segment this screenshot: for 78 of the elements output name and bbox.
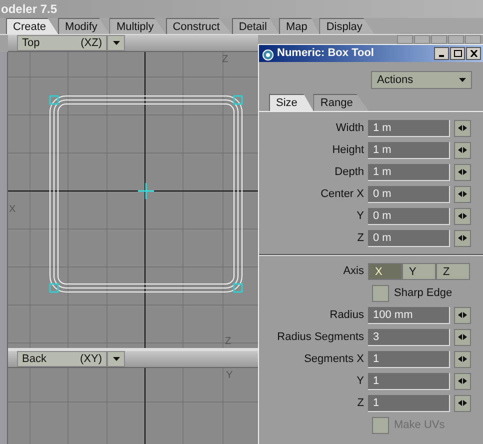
mode-tab[interactable]: Create	[6, 18, 58, 34]
value-field[interactable]: 1	[368, 394, 450, 412]
axis-toggle[interactable]: Y	[402, 262, 436, 280]
field-label: Segments X	[303, 352, 365, 367]
field-label: Radius	[328, 308, 365, 323]
left-right-arrows-icon	[458, 312, 467, 318]
caret-icon	[459, 78, 466, 82]
close-button[interactable]	[466, 47, 481, 60]
drag-stepper-button[interactable]	[454, 208, 471, 224]
field-label: Axis	[342, 264, 365, 279]
drag-stepper-button[interactable]	[454, 372, 471, 390]
left-right-arrows-icon	[458, 235, 467, 241]
mode-tab[interactable]: Construct	[166, 18, 232, 34]
maximize-icon	[454, 50, 462, 57]
mode-tab[interactable]: Map	[278, 18, 320, 34]
left-right-arrows-icon	[458, 378, 467, 384]
drag-stepper-button[interactable]	[454, 328, 471, 346]
dialog-tab[interactable]: Range	[313, 94, 369, 111]
value-field[interactable]: 3	[368, 328, 450, 346]
app-title-bar: odeler 7.5	[0, 0, 483, 18]
mode-tab[interactable]: Modify	[58, 18, 110, 34]
field-label: Z	[356, 396, 365, 411]
value-field[interactable]: 1 m	[368, 120, 450, 136]
axis-toggle[interactable]: Z	[436, 262, 470, 280]
value-field[interactable]: 0 m	[368, 230, 450, 246]
maximize-button[interactable]	[450, 47, 465, 60]
drag-stepper-button[interactable]	[454, 120, 471, 136]
drag-stepper-button[interactable]	[454, 164, 471, 180]
mode-tab[interactable]: Multiply	[109, 18, 166, 34]
value-field[interactable]: 0 m	[368, 186, 450, 202]
left-right-arrows-icon	[458, 125, 467, 131]
drag-stepper-button[interactable]	[454, 230, 471, 246]
actions-dropdown[interactable]: Actions	[371, 71, 472, 89]
caret-icon	[112, 357, 120, 361]
field-label: Radius Segments	[276, 330, 365, 345]
view-dropdown[interactable]: Top (XZ)	[17, 35, 107, 51]
value-field[interactable]: 1 m	[368, 164, 450, 180]
value-field[interactable]: 1	[368, 350, 450, 368]
drag-stepper-button[interactable]	[454, 306, 471, 324]
drag-stepper-button[interactable]	[454, 394, 471, 412]
caret-icon	[112, 41, 120, 45]
viewport-menu-button[interactable]	[107, 351, 125, 367]
dialog-tab[interactable]: Size	[269, 94, 314, 111]
left-right-arrows-icon	[458, 169, 467, 175]
value-field[interactable]: 1 m	[368, 142, 450, 158]
field-label: Y	[356, 374, 365, 389]
dialog-title: Numeric: Box Tool	[277, 46, 375, 62]
mode-tab[interactable]: Detail	[232, 18, 279, 34]
left-right-arrows-icon	[458, 400, 467, 406]
value-field[interactable]: 1	[368, 372, 450, 390]
view-dropdown[interactable]: Back (XY)	[17, 351, 107, 367]
left-right-arrows-icon	[458, 356, 467, 362]
field-label: Depth	[334, 164, 365, 180]
view-label: Back	[22, 352, 46, 367]
field-label: Z	[356, 230, 365, 246]
left-right-arrows-icon	[458, 213, 467, 219]
drag-stepper-button[interactable]	[454, 350, 471, 368]
field-label: Width	[334, 120, 365, 136]
viewport-menu-button[interactable]	[107, 35, 125, 51]
projection-label: (XY)	[80, 352, 102, 367]
projection-label: (XZ)	[80, 36, 102, 51]
field-label: Y	[356, 208, 365, 224]
field-label: Height	[331, 142, 365, 158]
value-field[interactable]: 100 mm	[368, 306, 450, 324]
left-right-arrows-icon	[458, 147, 467, 153]
view-label: Top	[22, 36, 40, 51]
axis-toggle[interactable]: X	[368, 262, 402, 280]
drag-stepper-button[interactable]	[454, 186, 471, 202]
checkbox[interactable]	[372, 284, 389, 302]
mode-tab[interactable]: Display	[319, 18, 374, 34]
close-icon	[470, 50, 478, 57]
left-right-arrows-icon	[458, 191, 467, 197]
left-right-arrows-icon	[458, 334, 467, 340]
field-label: Center X	[320, 186, 365, 202]
value-field[interactable]: 0 m	[368, 208, 450, 224]
drag-stepper-button[interactable]	[454, 142, 471, 158]
checkbox-label: Sharp Edge	[394, 286, 452, 301]
minimize-button[interactable]	[434, 47, 449, 60]
